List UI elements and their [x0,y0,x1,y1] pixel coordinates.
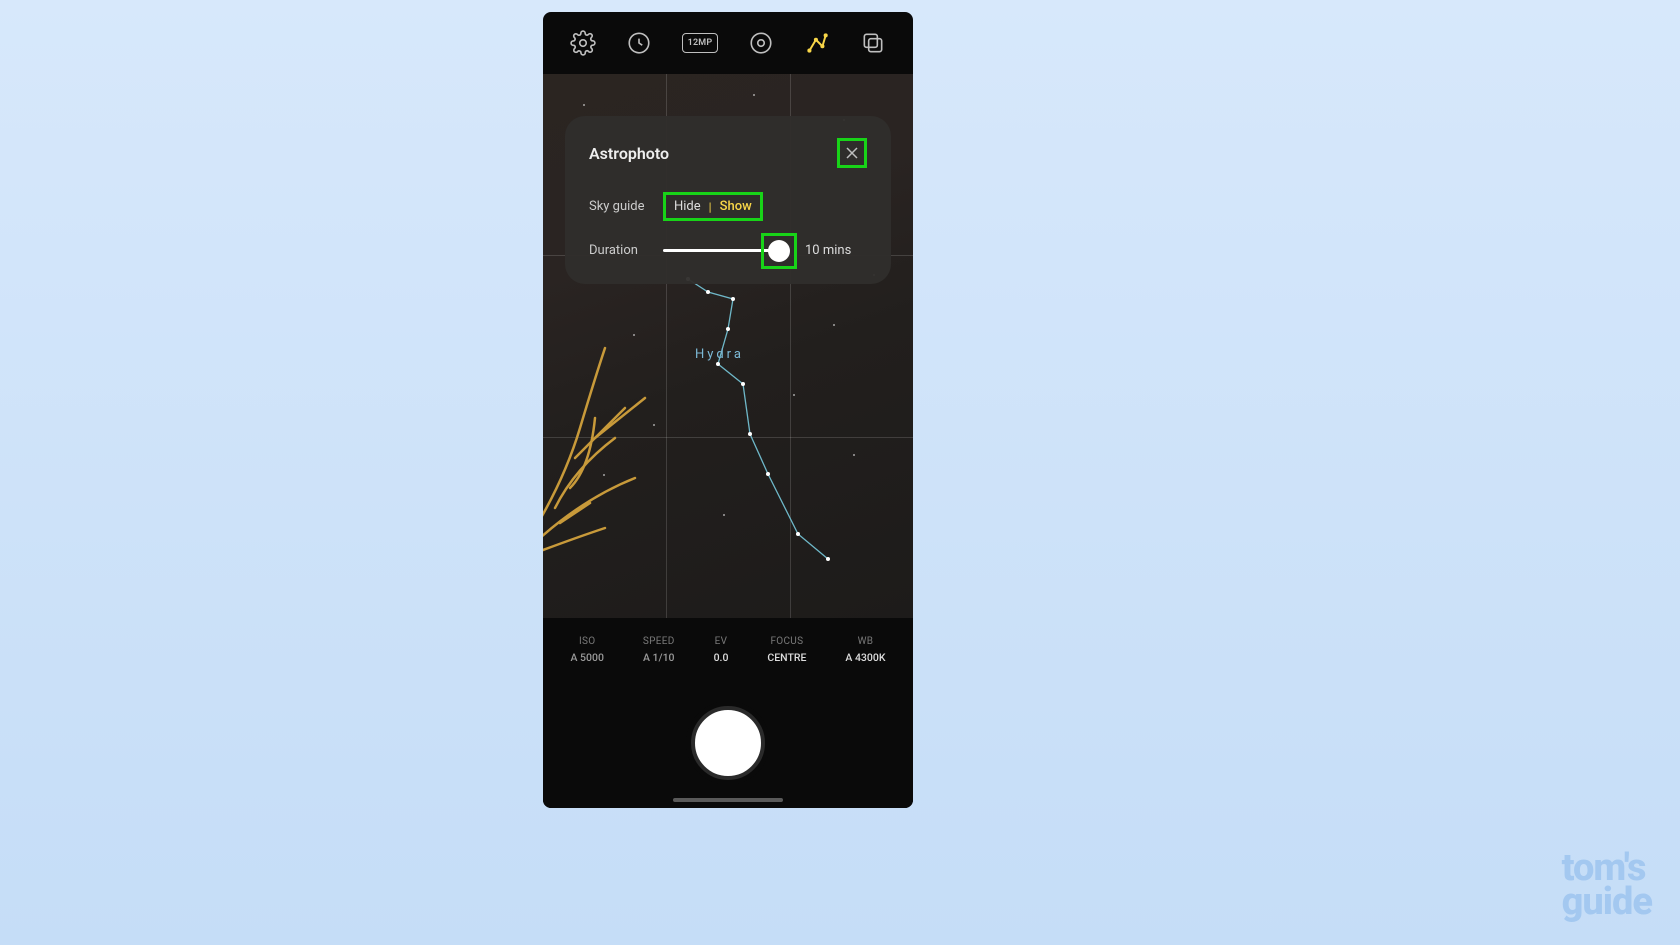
duration-slider-thumb[interactable] [761,233,797,269]
aspect-icon[interactable] [860,30,886,56]
camera-toolbar: 12MP [543,12,913,74]
close-button[interactable] [837,138,867,168]
shutter-button[interactable] [691,706,765,780]
constellation-label: Hydra [695,347,744,362]
skyguide-toggle[interactable]: Hide | Show [663,192,763,221]
panel-title: Astrophoto [589,144,669,163]
settings-icon[interactable] [570,30,596,56]
viewfinder[interactable]: Hydra Astrophoto Sky guide Hide | Show D… [543,74,913,618]
exposure-params: ISO A 5000 SPEED A 1/10 EV 0.0 FOCUS CEN… [543,618,913,678]
param-focus[interactable]: FOCUS CENTRE [767,636,806,664]
skyguide-hide-option[interactable]: Hide [674,199,701,214]
astrophoto-panel: Astrophoto Sky guide Hide | Show Duratio… [565,116,891,284]
duration-slider[interactable] [663,249,783,252]
home-indicator[interactable] [673,798,783,802]
constellation-overlay [678,274,878,574]
phone-frame: 12MP [543,12,913,808]
astrophoto-icon[interactable] [804,30,830,56]
metering-icon[interactable] [748,30,774,56]
skyguide-label: Sky guide [589,199,663,214]
param-speed[interactable]: SPEED A 1/10 [643,636,675,664]
param-ev[interactable]: EV 0.0 [714,636,729,664]
watermark: tom's guide [1562,851,1652,919]
shutter-area [543,678,913,808]
timer-icon[interactable] [626,30,652,56]
resolution-badge[interactable]: 12MP [682,33,718,53]
param-wb[interactable]: WB A 4300K [845,636,885,664]
duration-value: 10 mins [805,243,851,258]
duration-label: Duration [589,243,663,258]
skyguide-show-option[interactable]: Show [720,199,752,214]
param-iso[interactable]: ISO A 5000 [570,636,603,664]
